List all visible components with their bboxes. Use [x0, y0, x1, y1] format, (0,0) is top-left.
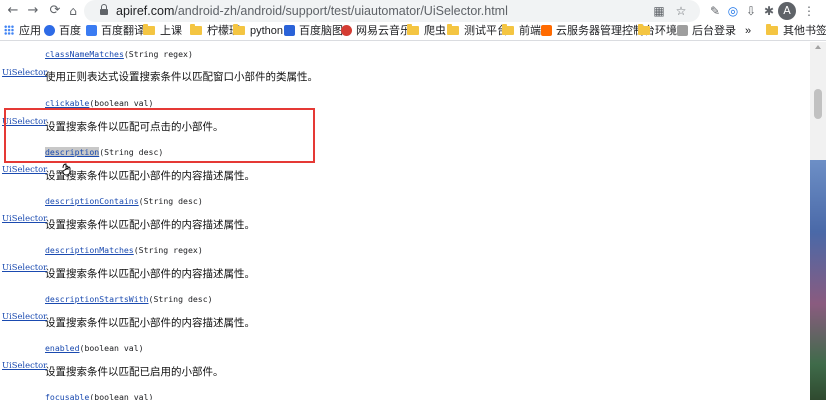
extension-download-icon[interactable]: ⇩ — [742, 2, 760, 20]
folder-icon — [190, 24, 202, 35]
netease-music-icon — [341, 25, 352, 36]
method-signature: enabled(boolean val) — [45, 343, 144, 353]
method-signature: clickable(boolean val) — [45, 98, 154, 108]
method-link[interactable]: enabled — [45, 343, 80, 353]
extension-circle-icon[interactable]: ◎ — [724, 2, 742, 20]
folder-icon — [638, 24, 650, 35]
home-icon[interactable]: ⌂ — [64, 2, 82, 20]
method-signature: classNameMatches(String regex) — [45, 49, 193, 59]
method-signature: focusable(boolean val) — [45, 392, 154, 400]
back-icon[interactable]: ← — [4, 2, 22, 20]
bookmark-folder-python[interactable]: python — [233, 23, 283, 40]
method-description: 设置搜索条件以匹配小部件的内容描述属性。 — [45, 317, 255, 329]
method-link[interactable]: descriptionContains — [45, 196, 139, 206]
star-bookmark-icon[interactable]: ☆ — [672, 2, 690, 20]
desktop-wallpaper-strip — [810, 160, 826, 400]
return-type-link[interactable]: UiSelector — [2, 360, 47, 370]
method-description: 使用正则表达式设置搜索条件以匹配窗口小部件的类属性。 — [45, 71, 318, 83]
bookmark-folder-frontend[interactable]: 前端 — [502, 23, 541, 40]
folder-icon — [447, 24, 459, 35]
return-type-link[interactable]: UiSelector — [2, 67, 47, 77]
bookmark-folder-test-platform[interactable]: 测试平台 — [447, 23, 508, 40]
bookmark-other[interactable]: 其他书签 — [766, 23, 826, 40]
browser-toolbar: ← → ⟳ ⌂ apiref.com/android-zh/android/su… — [0, 0, 826, 22]
method-description: 设置搜索条件以匹配小部件的内容描述属性。 — [45, 268, 255, 280]
baidu-icon — [44, 25, 55, 36]
scrollbar-thumb[interactable] — [814, 89, 822, 119]
method-description: 设置搜索条件以匹配小部件的内容描述属性。 — [45, 219, 255, 231]
highlight-annotation-box — [4, 108, 315, 163]
folder-icon — [143, 24, 155, 35]
extensions-puzzle-icon[interactable]: ✱ — [760, 2, 778, 20]
folder-icon — [766, 24, 778, 35]
bookmark-folder-class[interactable]: 上课 — [143, 23, 182, 40]
method-description: 设置搜索条件以匹配小部件的内容描述属性。 — [45, 170, 255, 182]
image-icon — [677, 25, 688, 36]
return-type-link[interactable]: UiSelector — [2, 213, 47, 223]
url-text[interactable]: apiref.com/android-zh/android/support/te… — [116, 2, 508, 20]
extension-pen-icon[interactable]: ✎ — [706, 2, 724, 20]
baidu-translate-icon — [86, 25, 97, 36]
method-link[interactable]: descriptionMatches — [45, 245, 134, 255]
bookmarks-overflow-button[interactable]: » — [745, 23, 751, 40]
bookmarks-bar: 应用 百度 百度翻译 上课 柠檬班 python 百度脑图 网易云音乐 爬虫 测… — [0, 22, 826, 41]
bookmark-baidu-naotu[interactable]: 百度脑图 — [284, 23, 343, 40]
return-type-link[interactable]: UiSelector — [2, 262, 47, 272]
bookmark-apps[interactable]: 应用 — [4, 23, 41, 40]
return-type-link[interactable]: UiSelector — [2, 164, 47, 174]
address-bar[interactable]: apiref.com/android-zh/android/support/te… — [84, 0, 700, 22]
method-signature: descriptionMatches(String regex) — [45, 245, 203, 255]
qr-code-icon[interactable]: ▦ — [650, 2, 668, 20]
method-link[interactable]: classNameMatches — [45, 49, 124, 59]
method-link[interactable]: focusable — [45, 392, 89, 400]
method-link[interactable]: clickable — [45, 98, 89, 108]
bookmark-admin-login[interactable]: 后台登录 — [677, 23, 736, 40]
apps-grid-icon — [4, 25, 14, 35]
folder-icon — [233, 24, 245, 35]
bookmark-folder-crawler[interactable]: 爬虫 — [407, 23, 446, 40]
lock-icon[interactable] — [100, 4, 108, 15]
method-link[interactable]: descriptionStartsWith — [45, 294, 149, 304]
return-type-link[interactable]: UiSelector — [2, 311, 47, 321]
mouse-cursor-icon — [62, 163, 71, 176]
bookmark-netease-music[interactable]: 网易云音乐 — [341, 23, 411, 40]
folder-icon — [407, 24, 419, 35]
reload-icon[interactable]: ⟳ — [46, 2, 64, 20]
folder-icon — [502, 24, 514, 35]
scroll-up-icon[interactable] — [815, 45, 821, 49]
profile-avatar[interactable]: A — [778, 2, 796, 20]
menu-kebab-icon[interactable]: ⋮ — [800, 2, 818, 20]
method-description: 设置搜索条件以匹配已启用的小部件。 — [45, 366, 224, 378]
aliyun-icon — [541, 25, 552, 36]
method-signature: descriptionStartsWith(String desc) — [45, 294, 213, 304]
forward-icon[interactable]: → — [24, 2, 42, 20]
page-content: classNameMatches(String regex) UiSelecto… — [0, 42, 810, 400]
bookmark-baidu[interactable]: 百度 — [44, 23, 81, 40]
bookmark-folder-env[interactable]: 环境 — [638, 23, 677, 40]
method-signature: descriptionContains(String desc) — [45, 196, 203, 206]
baidu-naotu-icon — [284, 25, 295, 36]
bookmark-baidu-translate[interactable]: 百度翻译 — [86, 23, 145, 40]
